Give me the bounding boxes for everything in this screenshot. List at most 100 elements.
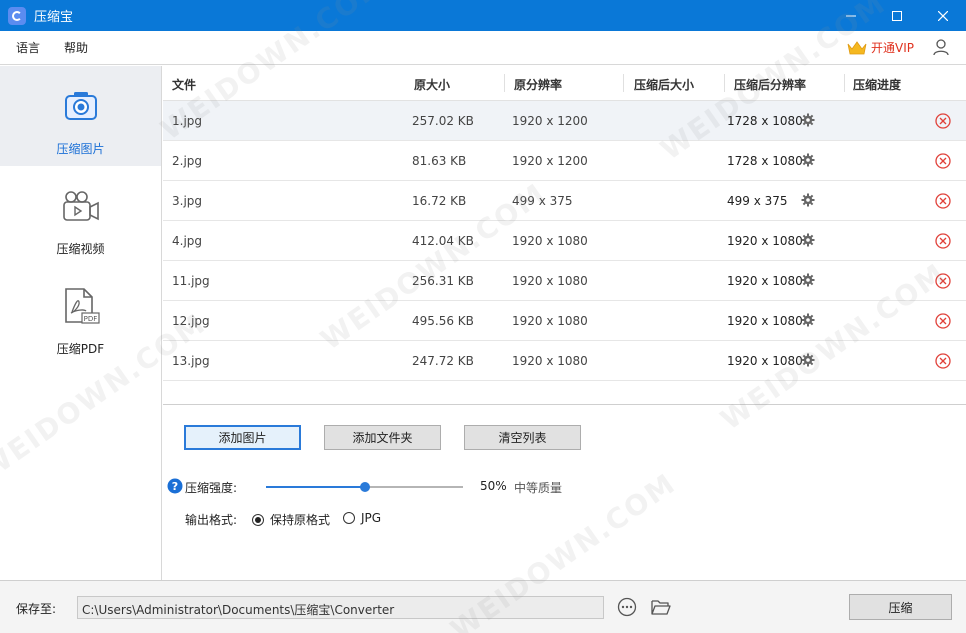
camera-icon bbox=[64, 92, 97, 120]
remove-circle-icon bbox=[935, 313, 951, 329]
remove-file-button[interactable] bbox=[935, 273, 951, 292]
remove-file-button[interactable] bbox=[935, 353, 951, 372]
resolution-settings-button[interactable] bbox=[801, 113, 815, 130]
maximize-icon bbox=[892, 10, 902, 21]
add-folder-button[interactable]: 添加文件夹 bbox=[324, 425, 441, 450]
cell-file: 1.jpg bbox=[172, 114, 203, 128]
pdf-file-icon: PDF bbox=[64, 288, 100, 324]
maximize-button[interactable] bbox=[874, 0, 920, 31]
cell-original-resolution: 1920 x 1200 bbox=[512, 114, 588, 128]
sidebar-item-compress-pdf[interactable]: PDF 压缩PDF bbox=[0, 266, 161, 366]
gear-icon bbox=[801, 273, 815, 287]
add-image-button[interactable]: 添加图片 bbox=[184, 425, 301, 450]
header-original-size[interactable]: 原大小 bbox=[414, 76, 450, 93]
table-row[interactable]: 2.jpg 81.63 KB 1920 x 1200 1728 x 1080 bbox=[163, 141, 966, 181]
close-icon bbox=[938, 10, 948, 21]
user-button[interactable] bbox=[932, 38, 950, 59]
remove-file-button[interactable] bbox=[935, 113, 951, 132]
table-row[interactable]: 3.jpg 16.72 KB 499 x 375 499 x 375 bbox=[163, 181, 966, 221]
remove-file-button[interactable] bbox=[935, 193, 951, 212]
gear-icon bbox=[801, 113, 815, 127]
remove-circle-icon bbox=[935, 233, 951, 249]
resolution-settings-button[interactable] bbox=[801, 193, 815, 210]
resolution-settings-button[interactable] bbox=[801, 353, 815, 370]
menu-help[interactable]: 帮助 bbox=[64, 39, 88, 56]
remove-file-button[interactable] bbox=[935, 233, 951, 252]
gear-icon bbox=[801, 233, 815, 247]
cell-original-resolution: 499 x 375 bbox=[512, 194, 573, 208]
open-folder-button[interactable] bbox=[651, 598, 671, 619]
header-compressed-size[interactable]: 压缩后大小 bbox=[634, 76, 694, 93]
compress-button[interactable]: 压缩 bbox=[849, 594, 952, 620]
folder-open-icon bbox=[651, 600, 671, 615]
cell-compressed-resolution: 1920 x 1080 bbox=[727, 274, 803, 288]
svg-text:PDF: PDF bbox=[83, 315, 97, 323]
cell-original-size: 412.04 KB bbox=[412, 234, 474, 248]
cell-original-size: 81.63 KB bbox=[412, 154, 467, 168]
quality-text: 中等质量 bbox=[514, 481, 563, 495]
svg-text:?: ? bbox=[172, 480, 178, 493]
resolution-settings-button[interactable] bbox=[801, 313, 815, 330]
help-icon: ? bbox=[167, 478, 183, 494]
more-options-icon bbox=[617, 597, 637, 617]
cell-original-resolution: 1920 x 1200 bbox=[512, 154, 588, 168]
table-row[interactable]: 4.jpg 412.04 KB 1920 x 1080 1920 x 1080 bbox=[163, 221, 966, 261]
cell-compressed-resolution: 1920 x 1080 bbox=[727, 234, 803, 248]
header-compressed-resolution[interactable]: 压缩后分辨率 bbox=[734, 76, 806, 93]
minimize-button[interactable] bbox=[828, 0, 874, 31]
save-path-input[interactable]: C:\Users\Administrator\Documents\压缩宝\Con… bbox=[77, 596, 604, 619]
radio-label: 保持原格式 bbox=[270, 513, 331, 527]
crown-icon bbox=[847, 40, 867, 54]
resolution-settings-button[interactable] bbox=[801, 273, 815, 290]
slider-fill bbox=[266, 486, 365, 488]
format-jpg-radio[interactable]: JPG bbox=[343, 511, 381, 525]
gear-icon bbox=[801, 193, 815, 207]
cell-file: 3.jpg bbox=[172, 194, 203, 208]
format-keep-original-radio[interactable]: 保持原格式 bbox=[252, 511, 330, 528]
close-button[interactable] bbox=[920, 0, 966, 31]
table-row[interactable]: 11.jpg 256.31 KB 1920 x 1080 1920 x 1080 bbox=[163, 261, 966, 301]
sidebar-item-label: 压缩PDF bbox=[56, 342, 105, 356]
cell-file: 12.jpg bbox=[172, 314, 210, 328]
cell-original-resolution: 1920 x 1080 bbox=[512, 234, 588, 248]
cell-file: 4.jpg bbox=[172, 234, 203, 248]
radio-label: JPG bbox=[361, 511, 382, 525]
sidebar-item-compress-image[interactable]: 压缩图片 bbox=[0, 66, 161, 166]
remove-file-button[interactable] bbox=[935, 153, 951, 172]
sidebar-item-label: 压缩视频 bbox=[56, 242, 105, 256]
header-progress[interactable]: 压缩进度 bbox=[853, 76, 901, 93]
controls-panel: 添加图片 添加文件夹 清空列表 ? 压缩强度: 50% 中等质量 输出格式: 保… bbox=[163, 405, 966, 580]
table-row[interactable]: 13.jpg 247.72 KB 1920 x 1080 1920 x 1080 bbox=[163, 341, 966, 381]
compression-percent: 50% bbox=[480, 479, 507, 493]
resolution-settings-button[interactable] bbox=[801, 233, 815, 250]
table-row[interactable]: 1.jpg 257.02 KB 1920 x 1200 1728 x 1080 bbox=[163, 101, 966, 141]
app-logo-icon bbox=[8, 6, 26, 25]
gear-icon bbox=[801, 313, 815, 327]
cell-original-size: 256.31 KB bbox=[412, 274, 474, 288]
compression-strength-label: 压缩强度: bbox=[185, 481, 238, 495]
cell-original-resolution: 1920 x 1080 bbox=[512, 274, 588, 288]
remove-file-button[interactable] bbox=[935, 313, 951, 332]
sidebar-item-compress-video[interactable]: 压缩视频 bbox=[0, 166, 161, 266]
video-camera-icon bbox=[62, 191, 99, 221]
cell-original-size: 247.72 KB bbox=[412, 354, 474, 368]
table-row[interactable]: 12.jpg 495.56 KB 1920 x 1080 1920 x 1080 bbox=[163, 301, 966, 341]
help-button[interactable]: ? bbox=[167, 478, 183, 497]
header-original-resolution[interactable]: 原分辨率 bbox=[514, 76, 562, 93]
gear-icon bbox=[801, 353, 815, 367]
compression-slider[interactable] bbox=[266, 482, 463, 492]
resolution-settings-button[interactable] bbox=[801, 153, 815, 170]
clear-list-button[interactable]: 清空列表 bbox=[464, 425, 581, 450]
table-header: 文件 原大小 原分辨率 压缩后大小 压缩后分辨率 压缩进度 bbox=[163, 66, 966, 101]
radio-dot bbox=[343, 512, 355, 524]
vip-button[interactable]: 开通VIP bbox=[847, 39, 914, 56]
footer-bar: 保存至: C:\Users\Administrator\Documents\压缩… bbox=[0, 580, 966, 633]
menu-bar: 语言 帮助 开通VIP bbox=[0, 31, 966, 65]
save-to-label: 保存至: bbox=[16, 602, 57, 616]
cell-compressed-resolution: 499 x 375 bbox=[727, 194, 788, 208]
output-format-label: 输出格式: bbox=[185, 513, 238, 527]
menu-language[interactable]: 语言 bbox=[16, 39, 40, 56]
slider-thumb[interactable] bbox=[359, 482, 370, 492]
browse-more-button[interactable] bbox=[617, 597, 637, 620]
header-file[interactable]: 文件 bbox=[172, 76, 196, 93]
